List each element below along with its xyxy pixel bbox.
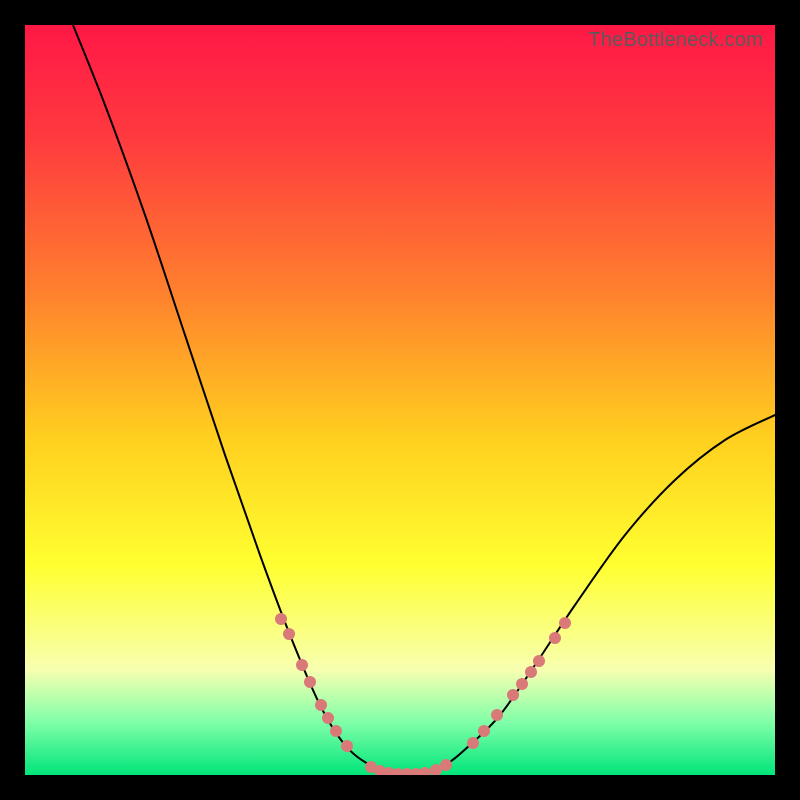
marker-dot (507, 689, 519, 701)
marker-dot (275, 613, 287, 625)
marker-dot (549, 632, 561, 644)
marker-dot (341, 740, 353, 752)
chart-frame: TheBottleneck.com (0, 0, 800, 800)
bottleneck-curve (73, 25, 775, 774)
marker-dot (322, 712, 334, 724)
marker-dot (315, 699, 327, 711)
data-markers (275, 613, 571, 775)
marker-dot (559, 617, 571, 629)
marker-dot (467, 737, 479, 749)
marker-dot (533, 655, 545, 667)
marker-dot (419, 767, 431, 775)
marker-dot (525, 666, 537, 678)
marker-dot (440, 759, 452, 771)
marker-dot (283, 628, 295, 640)
marker-dot (304, 676, 316, 688)
plot-area: TheBottleneck.com (25, 25, 775, 775)
watermark-text: TheBottleneck.com (588, 29, 763, 52)
marker-dot (491, 709, 503, 721)
marker-dot (478, 725, 490, 737)
curve-layer (25, 25, 775, 775)
marker-dot (330, 725, 342, 737)
marker-dot (296, 659, 308, 671)
marker-dot (516, 678, 528, 690)
